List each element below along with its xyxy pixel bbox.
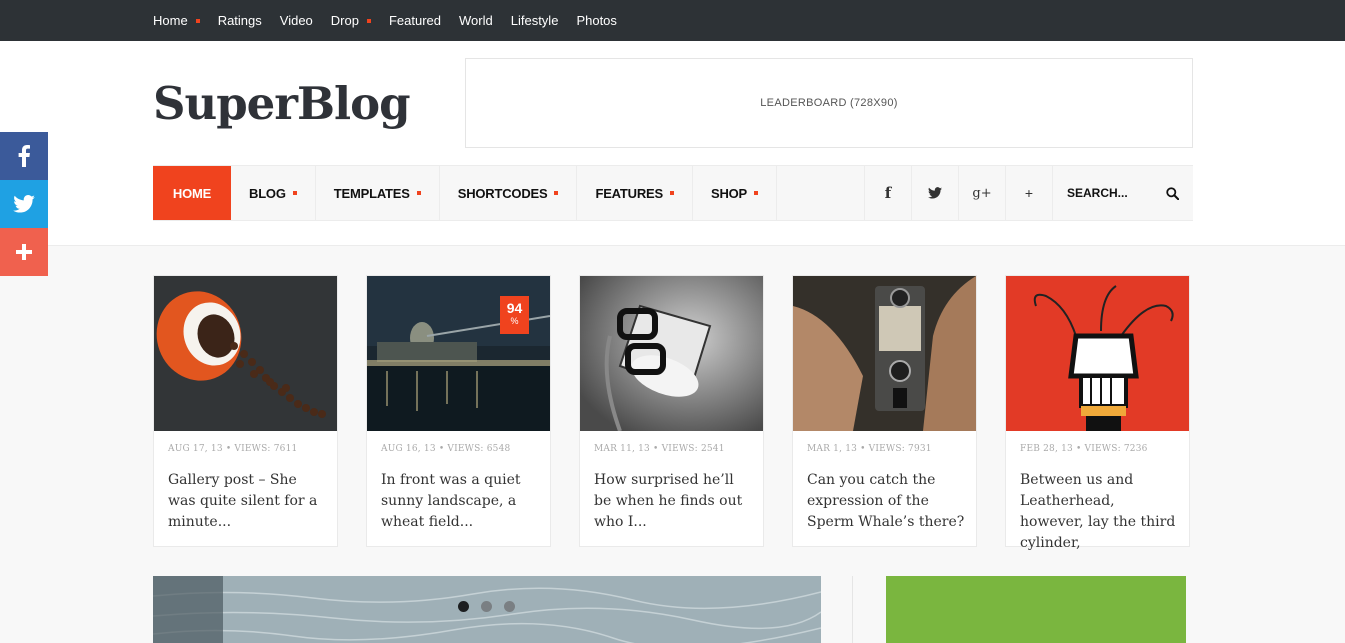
post-card[interactable]: AUG 17, 13 • VIEWS: 7611 Gallery post – … xyxy=(153,275,338,547)
slider-dot-1[interactable] xyxy=(458,601,469,612)
top-link-drop[interactable]: Drop xyxy=(331,13,371,28)
site-header: SuperBlog LEADERBOARD (728X90) HOME BLOG… xyxy=(0,41,1345,246)
dropdown-dot-icon xyxy=(416,191,421,195)
post-meta: MAR 11, 13 • VIEWS: 2541 xyxy=(594,444,725,454)
top-link-lifestyle[interactable]: Lifestyle xyxy=(511,13,559,28)
main-nav: HOME BLOG TEMPLATES SHORTCODES FEATURES … xyxy=(153,165,1193,221)
column-divider xyxy=(852,576,853,643)
featured-slider[interactable] xyxy=(153,576,821,643)
dropdown-dot-icon xyxy=(669,191,674,195)
rating-badge: 94 % xyxy=(500,296,529,334)
rating-unit: % xyxy=(510,316,519,326)
search-input[interactable]: SEARCH... xyxy=(1067,186,1128,200)
post-card[interactable]: MAR 11, 13 • VIEWS: 2541 How surprised h… xyxy=(579,275,764,547)
dropdown-dot-icon xyxy=(754,191,759,195)
post-card[interactable]: MAR 1, 13 • VIEWS: 7931 Can you catch th… xyxy=(792,275,977,547)
leaderboard-ad[interactable]: LEADERBOARD (728X90) xyxy=(465,58,1193,148)
post-card[interactable]: 94 % AUG 16, 13 • VIEWS: 6548 In front w… xyxy=(366,275,551,547)
post-thumbnail[interactable] xyxy=(793,276,976,431)
share-facebook-button[interactable] xyxy=(0,132,48,180)
top-link-ratings[interactable]: Ratings xyxy=(218,13,262,28)
twitter-bird-icon xyxy=(928,187,942,199)
nav-item-home[interactable]: HOME xyxy=(153,166,231,220)
facebook-icon xyxy=(18,145,30,167)
top-link-home[interactable]: Home xyxy=(153,13,200,28)
facebook-icon[interactable]: f xyxy=(864,166,911,220)
top-bar: Home Ratings Video Drop Featured World L… xyxy=(0,0,1345,41)
slider-dot-2[interactable] xyxy=(481,601,492,612)
post-thumbnail[interactable] xyxy=(580,276,763,431)
plus-icon xyxy=(16,244,32,260)
dropdown-dot-icon xyxy=(554,191,559,195)
post-card[interactable]: FEB 28, 13 • VIEWS: 7236 Between us and … xyxy=(1005,275,1190,551)
more-icon[interactable]: + xyxy=(1005,166,1052,220)
post-title[interactable]: Between us and Leatherhead, however, lay… xyxy=(1020,470,1180,554)
post-meta: FEB 28, 13 • VIEWS: 7236 xyxy=(1020,444,1148,454)
post-title[interactable]: Can you catch the expression of the Sper… xyxy=(807,470,967,533)
post-title[interactable]: How surprised he’ll be when he finds out… xyxy=(594,470,754,533)
search-icon[interactable] xyxy=(1166,186,1179,200)
nav-right: f g+ + SEARCH... xyxy=(864,166,1193,220)
post-meta: AUG 17, 13 • VIEWS: 7611 xyxy=(168,444,298,454)
twitter-icon xyxy=(13,195,35,213)
top-link-video[interactable]: Video xyxy=(280,13,313,28)
site-logo[interactable]: SuperBlog xyxy=(153,77,411,130)
post-meta: MAR 1, 13 • VIEWS: 7931 xyxy=(807,444,932,454)
twitter-icon[interactable] xyxy=(911,166,958,220)
nav-item-features[interactable]: FEATURES xyxy=(577,166,693,220)
post-title[interactable]: In front was a quiet sunny landscape, a … xyxy=(381,470,541,533)
dropdown-dot-icon xyxy=(292,191,297,195)
share-more-button[interactable] xyxy=(0,228,48,276)
nav-item-templates[interactable]: TEMPLATES xyxy=(316,166,440,220)
nav-item-shortcodes[interactable]: SHORTCODES xyxy=(440,166,578,220)
post-thumbnail[interactable] xyxy=(154,276,337,431)
top-link-featured[interactable]: Featured xyxy=(389,13,441,28)
post-meta: AUG 16, 13 • VIEWS: 6548 xyxy=(381,444,511,454)
slider-dot-3[interactable] xyxy=(504,601,515,612)
rating-value: 94 xyxy=(506,300,523,316)
nav-item-blog[interactable]: BLOG xyxy=(231,166,316,220)
nav-item-shop[interactable]: SHOP xyxy=(693,166,778,220)
dropdown-dot-icon xyxy=(195,18,200,23)
post-title[interactable]: Gallery post – She was quite silent for … xyxy=(168,470,328,533)
dropdown-dot-icon xyxy=(366,18,371,23)
google-plus-icon[interactable]: g+ xyxy=(958,166,1005,220)
top-links: Home Ratings Video Drop Featured World L… xyxy=(153,0,635,41)
top-link-photos[interactable]: Photos xyxy=(576,13,616,28)
post-thumbnail[interactable] xyxy=(1006,276,1189,431)
search-box[interactable]: SEARCH... xyxy=(1052,166,1193,220)
sidebar-widget[interactable] xyxy=(886,576,1186,643)
slider-pagination xyxy=(458,601,515,612)
main-nav-items: HOME BLOG TEMPLATES SHORTCODES FEATURES … xyxy=(153,166,778,220)
share-twitter-button[interactable] xyxy=(0,180,48,228)
top-link-world[interactable]: World xyxy=(459,13,493,28)
